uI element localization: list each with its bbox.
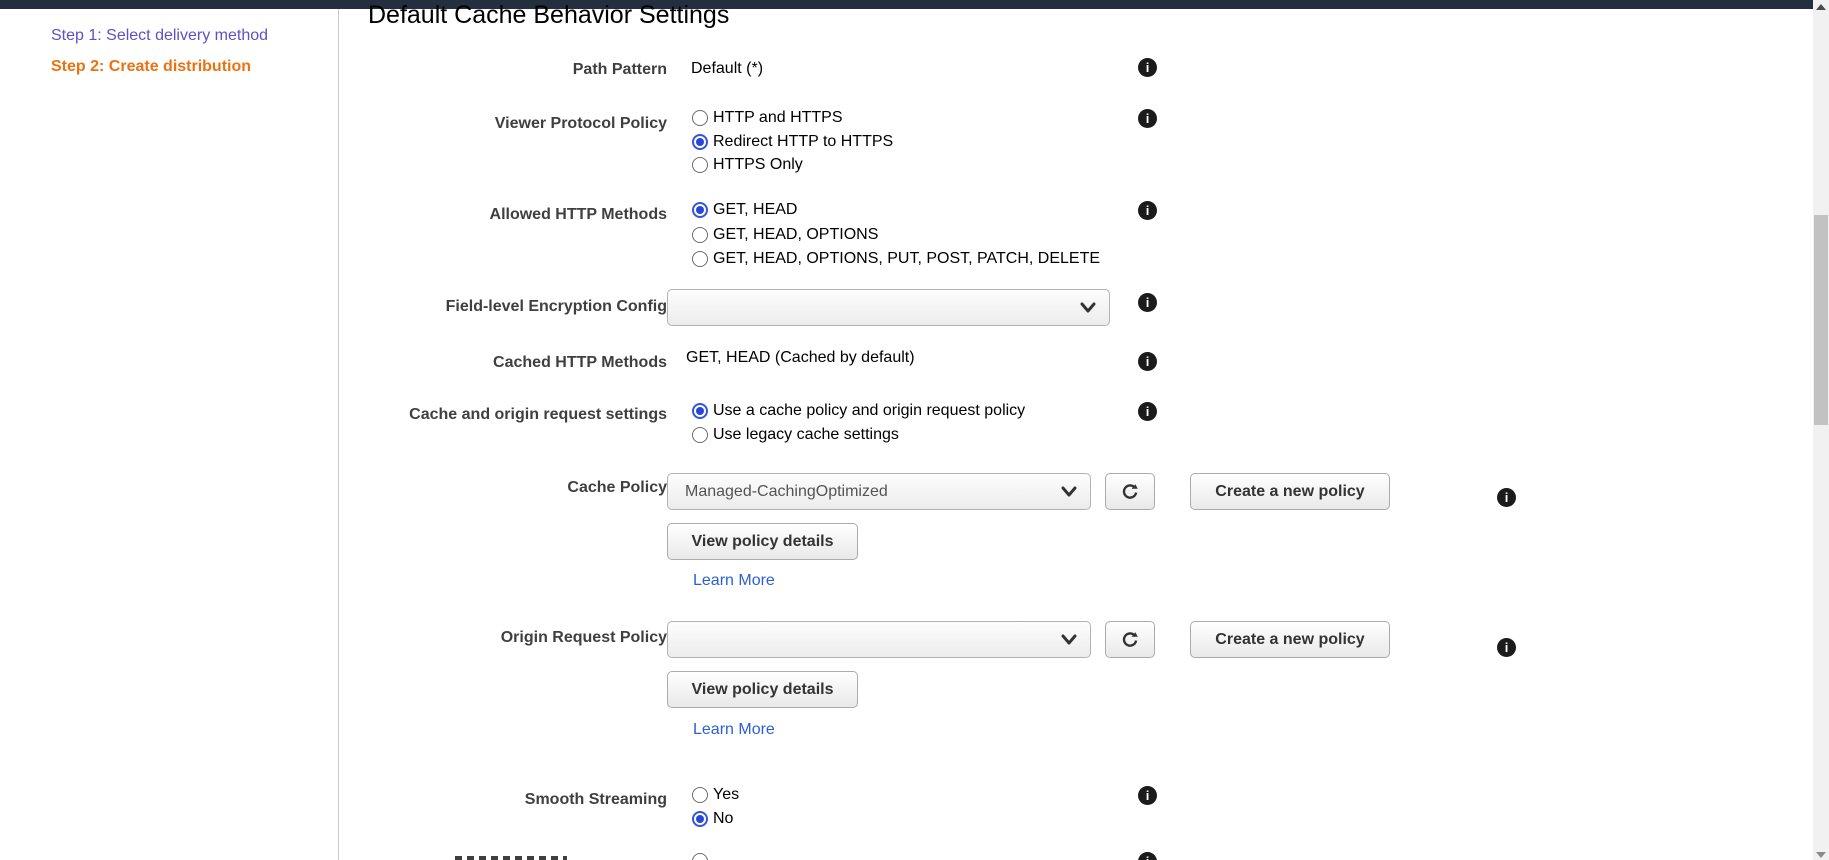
cache-policy-select[interactable]: Managed-CachingOptimized: [667, 473, 1091, 510]
allowed-http-methods-label: Allowed HTTP Methods: [340, 204, 667, 225]
scrollbar-down-arrow-icon[interactable]: [1816, 852, 1826, 858]
origin-request-policy-info-icon[interactable]: i: [1497, 638, 1516, 657]
radio-selected-icon[interactable]: [692, 811, 708, 827]
top-nav-bar: [0, 0, 1813, 9]
allowed-methods-option-get-head[interactable]: GET, HEAD: [692, 201, 797, 219]
path-pattern-label: Path Pattern: [340, 59, 667, 80]
viewer-protocol-policy-label: Viewer Protocol Policy: [340, 113, 667, 134]
radio-option-label: HTTPS Only: [713, 156, 803, 174]
smooth-streaming-option-no[interactable]: No: [692, 810, 733, 828]
partial-next-field-radio[interactable]: [692, 853, 708, 860]
field-level-encryption-info-icon[interactable]: i: [1138, 293, 1157, 312]
path-pattern-info-icon[interactable]: i: [1138, 58, 1157, 77]
origin-request-policy-learn-more-link[interactable]: Learn More: [693, 721, 775, 739]
cache-policy-info-icon[interactable]: i: [1497, 488, 1516, 507]
origin-request-policy-select[interactable]: [667, 621, 1091, 658]
smooth-streaming-label: Smooth Streaming: [340, 789, 667, 810]
smooth-streaming-option-yes[interactable]: Yes: [692, 786, 739, 804]
radio-option-label: No: [713, 810, 733, 828]
radio-unselected-icon[interactable]: [692, 110, 708, 126]
allowed-methods-option-all[interactable]: GET, HEAD, OPTIONS, PUT, POST, PATCH, DE…: [692, 250, 1100, 268]
cache-policy-details-button[interactable]: View policy details: [667, 523, 858, 560]
radio-unselected-icon[interactable]: [692, 227, 708, 243]
partial-next-field-info-icon[interactable]: i: [1138, 852, 1157, 860]
partial-next-field-label: [455, 856, 567, 860]
scrollbar-up-arrow-icon[interactable]: [1816, 4, 1826, 10]
cached-http-methods-label: Cached HTTP Methods: [340, 352, 667, 373]
origin-request-policy-label: Origin Request Policy: [340, 627, 667, 648]
field-level-encryption-label: Field-level Encryption Config: [340, 296, 667, 317]
viewer-protocol-option-redirect[interactable]: Redirect HTTP to HTTPS: [692, 133, 893, 151]
radio-option-label: Use legacy cache settings: [713, 426, 899, 444]
cache-policy-label: Cache Policy: [340, 477, 667, 498]
cached-http-methods-value: GET, HEAD (Cached by default): [686, 349, 915, 367]
sidebar-divider: [338, 9, 339, 860]
chevron-down-icon: [1079, 300, 1097, 316]
viewer-protocol-option-http-and-https[interactable]: HTTP and HTTPS: [692, 109, 843, 127]
viewer-protocol-option-https-only[interactable]: HTTPS Only: [692, 156, 803, 174]
refresh-icon: [1120, 630, 1140, 650]
origin-request-policy-create-button[interactable]: Create a new policy: [1190, 621, 1390, 658]
origin-request-policy-refresh-button[interactable]: [1105, 621, 1155, 658]
vertical-scrollbar[interactable]: [1813, 0, 1829, 860]
section-title: Default Cache Behavior Settings: [368, 1, 729, 30]
cache-origin-option-legacy[interactable]: Use legacy cache settings: [692, 426, 899, 444]
allowed-methods-option-get-head-options[interactable]: GET, HEAD, OPTIONS: [692, 226, 878, 244]
radio-option-label: GET, HEAD: [713, 201, 797, 219]
radio-selected-icon[interactable]: [692, 202, 708, 218]
cache-origin-settings-info-icon[interactable]: i: [1138, 402, 1157, 421]
radio-selected-icon[interactable]: [692, 134, 708, 150]
cache-policy-learn-more-link[interactable]: Learn More: [693, 572, 775, 590]
radio-option-label: HTTP and HTTPS: [713, 109, 843, 127]
radio-option-label: Redirect HTTP to HTTPS: [713, 133, 893, 151]
chevron-down-icon: [1060, 484, 1078, 500]
radio-option-label: Yes: [713, 786, 739, 804]
cache-policy-create-button[interactable]: Create a new policy: [1190, 473, 1390, 510]
radio-unselected-icon[interactable]: [692, 853, 708, 860]
radio-unselected-icon[interactable]: [692, 787, 708, 803]
field-level-encryption-select[interactable]: [667, 289, 1110, 326]
radio-unselected-icon[interactable]: [692, 157, 708, 173]
radio-option-label: GET, HEAD, OPTIONS: [713, 226, 878, 244]
cached-http-methods-info-icon[interactable]: i: [1138, 352, 1157, 371]
viewer-protocol-policy-info-icon[interactable]: i: [1138, 109, 1157, 128]
cache-origin-settings-label: Cache and origin request settings: [340, 404, 667, 426]
origin-request-policy-details-button[interactable]: View policy details: [667, 671, 858, 708]
chevron-down-icon: [1060, 632, 1078, 648]
radio-unselected-icon[interactable]: [692, 251, 708, 267]
cache-origin-option-policy[interactable]: Use a cache policy and origin request po…: [692, 402, 1025, 420]
sidebar-step-2-current: Step 2: Create distribution: [51, 58, 251, 76]
radio-option-label: Use a cache policy and origin request po…: [713, 402, 1025, 420]
radio-option-label: GET, HEAD, OPTIONS, PUT, POST, PATCH, DE…: [713, 250, 1100, 268]
sidebar-step-1-link[interactable]: Step 1: Select delivery method: [51, 27, 268, 45]
smooth-streaming-info-icon[interactable]: i: [1138, 786, 1157, 805]
allowed-http-methods-info-icon[interactable]: i: [1138, 201, 1157, 220]
select-value: Managed-CachingOptimized: [685, 483, 888, 501]
radio-selected-icon[interactable]: [692, 403, 708, 419]
path-pattern-value: Default (*): [691, 60, 763, 78]
radio-unselected-icon[interactable]: [692, 427, 708, 443]
cache-policy-refresh-button[interactable]: [1105, 473, 1155, 510]
refresh-icon: [1120, 482, 1140, 502]
scrollbar-thumb[interactable]: [1814, 215, 1828, 425]
